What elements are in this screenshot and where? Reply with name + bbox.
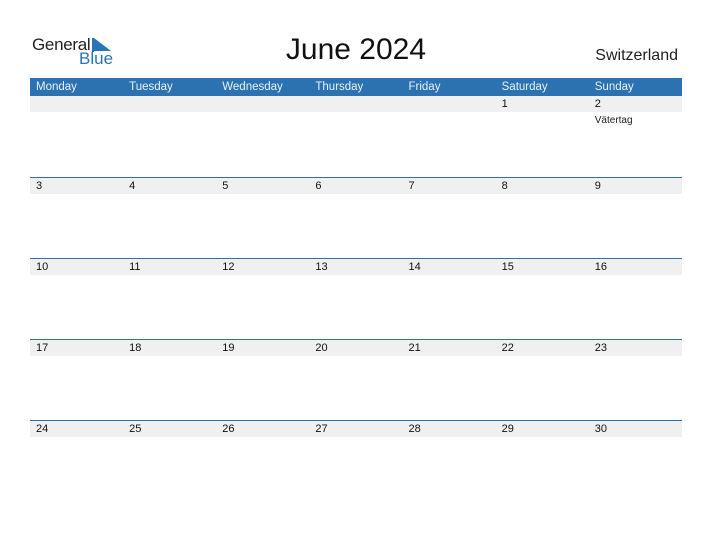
day-cell: 28 (408, 423, 421, 435)
day-cell: 7 (408, 180, 415, 192)
day-cell: 18 (129, 342, 142, 354)
day-cell: 3 (36, 180, 43, 192)
day-cell: 17 (36, 342, 49, 354)
weekday-thursday: Thursday (315, 81, 364, 93)
day-cell: 4 (129, 180, 136, 192)
day-cell: 6 (315, 180, 322, 192)
day-cell: 20 (315, 342, 328, 354)
week-row: 24 25 26 27 28 29 30 (30, 420, 682, 501)
day-cell: 29 (501, 423, 514, 435)
day-cell: 2 Vätertag (589, 96, 682, 126)
day-cell: 25 (129, 423, 142, 435)
week-row: 3 4 5 6 7 8 9 (30, 177, 682, 258)
day-cell: 21 (408, 342, 421, 354)
weekday-wednesday: Wednesday (222, 81, 283, 93)
calendar-grid: Monday Tuesday Wednesday Thursday Friday… (30, 78, 682, 501)
day-cell (403, 96, 496, 112)
weekday-monday: Monday (36, 81, 77, 93)
day-cell: 23 (594, 342, 607, 354)
day-cell: 11 (129, 261, 141, 273)
day-cell: 22 (501, 342, 514, 354)
day-cell: 1 (501, 98, 508, 110)
day-cell: 30 (594, 423, 607, 435)
day-cell (309, 96, 402, 112)
weekday-tuesday: Tuesday (129, 81, 173, 93)
day-cell: 26 (222, 423, 235, 435)
day-cell (123, 96, 216, 112)
day-cell: 19 (222, 342, 235, 354)
weekday-sunday: Sunday (594, 81, 634, 93)
holiday-label: Vätertag (594, 115, 633, 126)
day-cell: 24 (36, 423, 49, 435)
day-cell: 12 (222, 261, 235, 273)
day-cell: 10 (36, 261, 49, 273)
country-label: Switzerland (595, 47, 678, 64)
weekday-saturday: Saturday (501, 81, 548, 93)
day-cell: 9 (594, 180, 601, 192)
day-cell: 14 (408, 261, 421, 273)
week-row: 17 18 19 20 21 22 23 (30, 339, 682, 420)
day-cell: 5 (222, 180, 229, 192)
day-cell: 8 (501, 180, 508, 192)
day-cell: 13 (315, 261, 328, 273)
day-cell (30, 96, 123, 112)
weekday-friday: Friday (408, 81, 441, 93)
week-row: 10 11 12 13 14 15 16 (30, 258, 682, 339)
weekday-header: Monday Tuesday Wednesday Thursday Friday… (30, 78, 682, 96)
day-cell: 27 (315, 423, 328, 435)
day-cell: 15 (501, 261, 514, 273)
day-cell (216, 96, 309, 112)
day-cell: 16 (594, 261, 607, 273)
week-row: 1 2 Vätertag (30, 96, 682, 177)
day-number: 2 (594, 98, 601, 110)
